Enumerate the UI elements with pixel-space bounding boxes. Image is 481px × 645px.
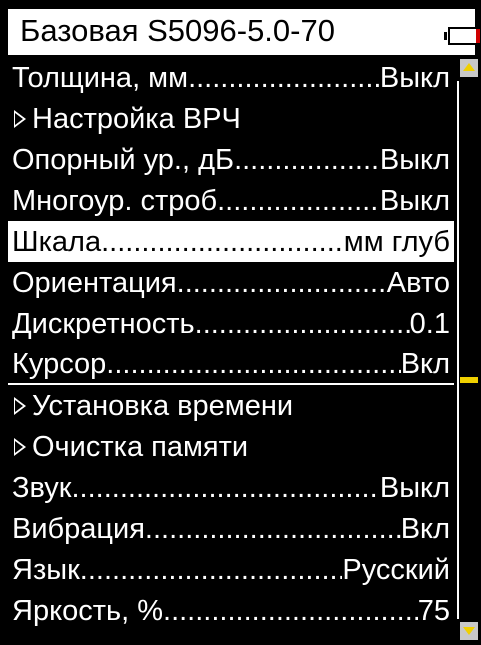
menu-item-value: Вкл [400,347,450,380]
menu-item-label: Настройка ВРЧ [32,102,241,135]
menu-item-reference-level[interactable]: Опорный ур., дБ Выкл [8,139,454,180]
menu-item-label: Установка времени [32,389,294,422]
menu-item-language[interactable]: Язык Русский [8,549,454,590]
menu-item-value: Выкл [379,184,450,217]
menu-item-value: Выкл [379,143,450,176]
menu-item-label: Курсор [12,347,107,380]
title-bar: Базовая S5096-5.0-70 [8,9,481,55]
submenu-arrow-icon [14,109,26,128]
settings-screen: Базовая S5096-5.0-70 Толщина, мм Выкл На… [0,0,481,645]
menu-item-scale[interactable]: Шкала мм глуб [8,221,454,262]
scroll-thumb[interactable] [460,377,478,383]
menu-item-value: Авто [386,266,450,299]
menu-item-brightness[interactable]: Яркость, % 75 [8,590,454,631]
battery-low-icon [444,27,481,45]
menu-item-label: Звук [12,471,72,504]
menu-item-orientation[interactable]: Ориентация Авто [8,262,454,303]
menu-item-tcg-setup[interactable]: Настройка ВРЧ [8,98,454,139]
menu-item-label: Толщина, мм [12,61,189,94]
scroll-up-arrow-icon[interactable] [460,59,478,77]
menu-item-vibration[interactable]: Вибрация Вкл [8,508,454,549]
menu-item-value: Выкл [379,61,450,94]
menu-item-resolution[interactable]: Дискретность 0.1 [8,303,454,344]
profile-title: Базовая S5096-5.0-70 [20,13,335,48]
menu-item-label: Яркость, % [12,594,164,627]
scroll-track[interactable] [457,81,459,619]
menu-item-label: Опорный ур., дБ [12,143,235,176]
menu-item-multilevel-gate[interactable]: Многоур. строб Выкл [8,180,454,221]
menu-item-label: Ориентация [12,266,177,299]
menu-item-value: 75 [417,594,450,627]
menu-item-label: Язык [12,553,80,586]
settings-menu: Толщина, мм Выкл Настройка ВРЧ Опорный у… [8,57,454,631]
menu-item-label: Шкала [12,225,102,258]
menu-item-value: 0.1 [409,307,450,340]
menu-item-label: Многоур. строб [12,184,218,217]
menu-item-value: Выкл [379,471,450,504]
menu-item-sound[interactable]: Звук Выкл [8,467,454,508]
menu-item-value: Русский [342,553,450,586]
menu-scrollbar[interactable] [457,59,478,640]
menu-item-label: Дискретность [12,307,195,340]
menu-item-label: Вибрация [12,512,145,545]
menu-item-label: Очистка памяти [32,430,249,463]
submenu-arrow-icon [14,396,26,415]
menu-item-thickness[interactable]: Толщина, мм Выкл [8,57,454,98]
menu-item-cursor[interactable]: Курсор Вкл [8,344,454,385]
menu-item-value: Вкл [400,512,450,545]
scroll-down-arrow-icon[interactable] [460,622,478,640]
menu-item-clear-memory[interactable]: Очистка памяти [8,426,454,467]
menu-item-time-setup[interactable]: Установка времени [8,385,454,426]
submenu-arrow-icon [14,437,26,456]
menu-item-value: мм глуб [343,225,450,258]
